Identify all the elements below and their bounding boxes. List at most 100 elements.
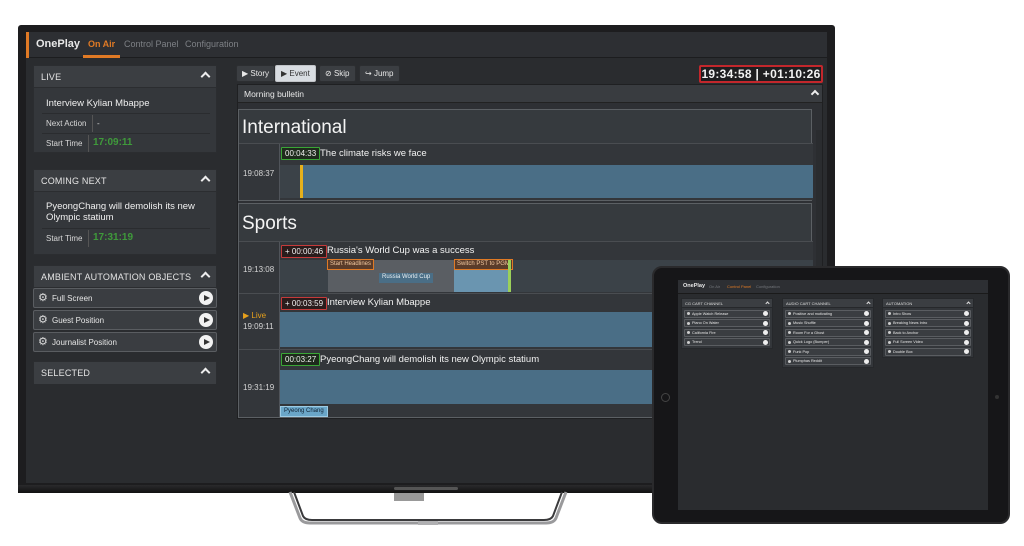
play-icon[interactable]: [964, 320, 969, 326]
story-time: 19:09:11: [243, 322, 274, 331]
chevron-up-icon[interactable]: [200, 175, 211, 186]
control-column-title: CG CART CHANNEL: [685, 301, 724, 306]
coming-next-panel-header[interactable]: COMING NEXT: [34, 170, 216, 192]
cart-item-button[interactable]: Intro Show: [885, 309, 971, 318]
next-action-label: Next Action: [46, 119, 87, 128]
cart-item-label: Funk Pop: [793, 349, 810, 354]
play-icon[interactable]: [864, 311, 869, 316]
live-start-time: 17:09:11: [93, 137, 133, 148]
cart-item-label: Positive and motivating: [793, 311, 833, 316]
chevron-up-icon[interactable]: [810, 89, 820, 99]
jump-button[interactable]: ↪ Jump: [359, 65, 400, 82]
chevron-up-icon[interactable]: [866, 301, 871, 306]
play-icon[interactable]: [199, 313, 213, 327]
home-button[interactable]: [661, 393, 670, 402]
play-icon[interactable]: [199, 335, 213, 349]
rundown-header[interactable]: Morning bulletin: [238, 85, 822, 103]
cart-item-button[interactable]: Positive and motivating: [785, 309, 871, 318]
cart-item-button[interactable]: Double Box: [885, 347, 971, 356]
duration-badge: + 00:03:59: [281, 297, 328, 310]
jump-button-label: Jump: [373, 69, 394, 78]
gear-icon: [687, 340, 690, 344]
skip-button[interactable]: ⊘ Skip: [319, 65, 356, 82]
play-icon[interactable]: [763, 339, 768, 345]
ambient-item-guest-position[interactable]: ⚙ Guest Position: [33, 310, 217, 330]
chevron-up-icon[interactable]: [200, 71, 211, 82]
play-icon[interactable]: [763, 320, 768, 326]
rundown-title: Morning bulletin: [244, 89, 305, 99]
event-button[interactable]: ▶ Event: [275, 65, 316, 82]
play-icon[interactable]: [864, 320, 869, 326]
tab-on-air[interactable]: On Air: [88, 39, 115, 49]
play-icon[interactable]: [199, 291, 213, 305]
cart-item-button[interactable]: Room For a Ghost: [785, 328, 871, 337]
play-icon[interactable]: [964, 330, 969, 335]
cart-item-button[interactable]: Plumphas Reddit: [785, 357, 871, 365]
chevron-up-icon[interactable]: [200, 367, 211, 378]
play-icon[interactable]: [864, 339, 869, 345]
cart-item-button[interactable]: Funk Pop: [785, 347, 871, 356]
event-marker[interactable]: Switch PST to PGM: [454, 259, 513, 270]
ambient-item-full-screen[interactable]: ⚙ Full Screen: [33, 288, 217, 308]
tablet-device: OnePlay On Air Control Panel Configurati…: [652, 266, 1010, 524]
cart-item-button[interactable]: Piano On Water: [684, 319, 770, 327]
play-icon[interactable]: [763, 330, 768, 335]
chevron-up-icon[interactable]: [765, 301, 770, 306]
play-icon[interactable]: [964, 339, 969, 345]
timeline-clip[interactable]: [302, 165, 813, 198]
play-icon[interactable]: [864, 349, 869, 354]
control-column-header[interactable]: AUDIO CART CHANNEL: [783, 299, 873, 308]
selected-panel-header[interactable]: SELECTED: [34, 362, 216, 384]
cart-item-label: Apple Watch Release: [692, 311, 729, 316]
cart-item-label: Plumphas Reddit: [793, 359, 822, 363]
tab-configuration[interactable]: Configuration: [185, 39, 239, 49]
coming-next-panel: COMING NEXT PyeongChang will demolish it…: [33, 169, 217, 255]
gear-icon: [788, 331, 791, 334]
skip-icon: ⊘: [325, 69, 334, 78]
coming-next-story-title: PyeongChang will demolish its new Olympi…: [46, 201, 195, 223]
live-panel-header[interactable]: LIVE: [34, 66, 216, 88]
ambient-item-journalist-position[interactable]: ⚙ Journalist Position: [33, 332, 217, 352]
gear-icon: [888, 321, 891, 325]
section-international: International 19:08:37 00:04:33 The clim…: [238, 109, 813, 201]
gear-icon: [788, 312, 791, 315]
chevron-up-icon[interactable]: [966, 301, 971, 306]
live-panel: LIVE Interview Kylian Mbappe Next Action…: [33, 65, 217, 153]
selected-panel: SELECTED: [33, 361, 217, 384]
tab-control-panel[interactable]: Control Panel: [124, 39, 179, 49]
chevron-up-icon[interactable]: [200, 271, 211, 282]
cart-item-button[interactable]: Full Screen Video: [885, 338, 971, 346]
cart-item-button[interactable]: Breaking News Intro: [885, 319, 971, 327]
cart-item-button[interactable]: Back to Anchor: [885, 328, 971, 337]
story-button[interactable]: ▶ Story: [236, 65, 276, 82]
ambient-panel-header[interactable]: AMBIENT AUTOMATION OBJECTS: [34, 266, 216, 288]
ambient-panel-title: AMBIENT AUTOMATION OBJECTS: [41, 272, 192, 282]
clip-chip[interactable]: Pyeong Chang: [280, 406, 328, 417]
cart-item-button[interactable]: Apple Watch Release: [684, 309, 770, 318]
play-icon[interactable]: [964, 311, 969, 316]
tab-control-panel[interactable]: Control Panel: [727, 284, 751, 289]
story-time: 19:13:08: [243, 265, 275, 274]
control-column-header[interactable]: CG CART CHANNEL: [682, 299, 772, 308]
tab-on-air[interactable]: On Air: [709, 284, 720, 289]
play-icon[interactable]: [864, 330, 869, 335]
ambient-automation-panel: AMBIENT AUTOMATION OBJECTS: [33, 265, 217, 288]
story-title: Interview Kylian Mbappe: [327, 297, 431, 308]
duration-badge: + 00:00:46: [281, 245, 328, 258]
cart-item-button[interactable]: Trend: [684, 338, 770, 346]
jump-arrow-icon: ↪: [365, 69, 374, 78]
play-icon[interactable]: [864, 358, 869, 364]
control-column-header[interactable]: AUTOMATION: [883, 299, 973, 308]
story-row[interactable]: 19:08:37 00:04:33 The climate risks we f…: [239, 143, 813, 200]
cart-item-button[interactable]: Quick Logo (Bumper): [785, 338, 871, 346]
event-marker[interactable]: Start Headlines: [327, 259, 375, 270]
tab-configuration[interactable]: Configuration: [756, 284, 780, 289]
cart-item-label: Music Shuffle: [793, 321, 816, 325]
ambient-item-label: Journalist Position: [52, 338, 117, 347]
skip-button-label: Skip: [333, 69, 350, 78]
play-icon[interactable]: [964, 349, 969, 354]
gear-icon: [687, 321, 690, 325]
play-icon[interactable]: [763, 311, 768, 316]
cart-item-button[interactable]: Music Shuffle: [785, 319, 871, 327]
cart-item-button[interactable]: California Fire: [684, 328, 770, 337]
